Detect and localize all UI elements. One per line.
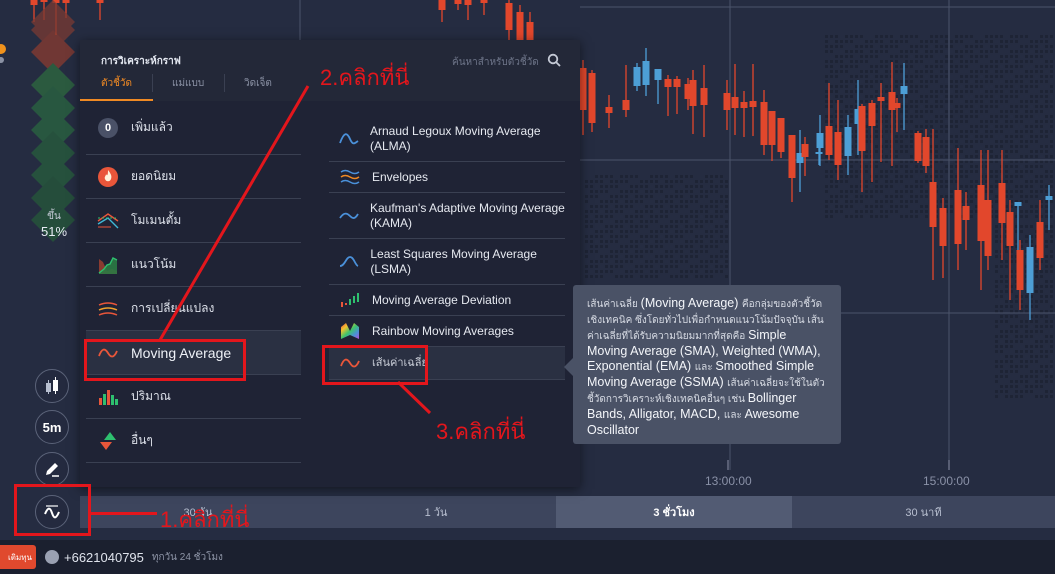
annotation-step2: 2.คลิกที่นี่ (320, 65, 410, 90)
annotation-line-step3 (396, 380, 432, 415)
annotation-line-step2 (158, 85, 310, 341)
trading-screen: 13:00:00 15:00:00 ขึ้น 51% 5m 30 วัน 1 ว… (0, 0, 1055, 574)
annotation-arrows (158, 85, 432, 415)
annotation-step3: 3.คลิกที่นี่ (436, 419, 526, 444)
annotation-box-step3 (322, 345, 428, 385)
